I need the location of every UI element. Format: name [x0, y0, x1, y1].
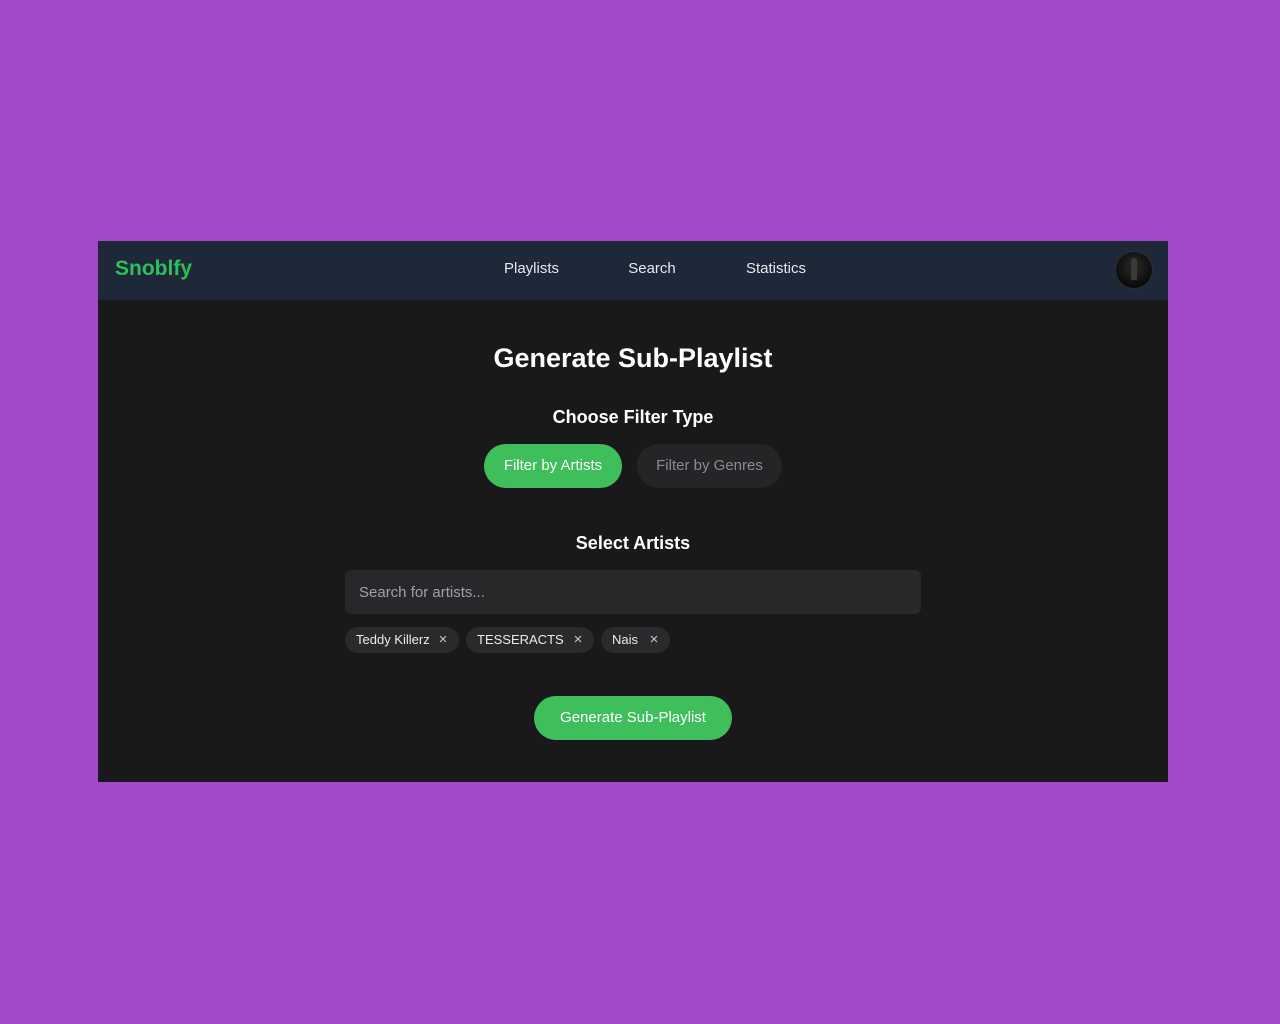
artist-chip-label: TESSERACTS [477, 632, 564, 647]
app-window: Snoblfy Playlists Search Statistics Gene… [98, 241, 1168, 782]
artist-chip-label: Teddy Killerz [356, 632, 430, 647]
filter-by-genres-button[interactable]: Filter by Genres [637, 444, 782, 488]
nav-link-playlists[interactable]: Playlists [504, 260, 559, 277]
page-title: Generate Sub-Playlist [493, 343, 773, 373]
artist-chip: TESSERACTS × [466, 627, 594, 653]
nav-link-statistics[interactable]: Statistics [744, 260, 808, 277]
brand-logo[interactable]: Snoblfy [115, 257, 192, 281]
avatar-image [1131, 258, 1137, 280]
user-avatar[interactable] [1115, 251, 1153, 289]
artist-chip-label: Nais [612, 632, 639, 647]
filter-type-heading: Choose Filter Type [552, 407, 714, 427]
generate-sub-playlist-button[interactable]: Generate Sub-Playlist [534, 696, 732, 740]
close-icon[interactable]: × [647, 627, 661, 653]
nav-link-search[interactable]: Search [626, 260, 678, 277]
artist-search-input[interactable] [345, 570, 921, 614]
artist-chip: Nais × [601, 627, 670, 653]
filter-by-artists-button[interactable]: Filter by Artists [484, 444, 622, 488]
close-icon[interactable]: × [571, 627, 585, 653]
select-artists-heading: Select Artists [575, 533, 691, 553]
artist-chip: Teddy Killerz × [345, 627, 459, 653]
navbar: Snoblfy Playlists Search Statistics [98, 241, 1168, 300]
close-icon[interactable]: × [436, 627, 450, 653]
